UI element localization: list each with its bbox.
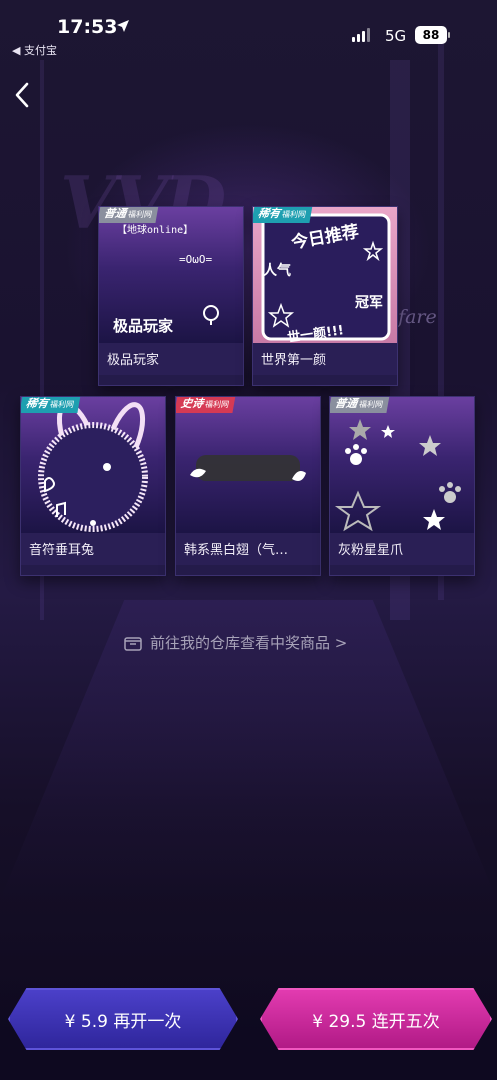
signal-icon	[352, 28, 370, 42]
rarity-badge: 史诗福利网	[176, 397, 236, 413]
prize-card[interactable]: 史诗福利网 韩系黑白翅（气…	[175, 396, 321, 576]
warehouse-link-text: 前往我的仓库查看中奖商品 >	[150, 634, 348, 652]
prize-name: 音符垂耳兔	[29, 543, 95, 558]
art-text: 冠军	[355, 295, 383, 311]
prize-image: 【地球online】 =OωO= 极品玩家	[99, 207, 243, 343]
prize-name: 极品玩家	[107, 353, 160, 368]
back-to-app-link[interactable]: ◀ 支付宝	[12, 42, 57, 58]
card-base	[330, 565, 474, 575]
rarity-badge: 稀有福利网	[21, 397, 81, 413]
network-type: 5G	[385, 27, 407, 45]
prize-image: 今日推荐 人气 冠军 世一颜!!!	[253, 207, 397, 343]
status-time: 17:53	[57, 16, 118, 38]
rarity-badge: 普通福利网	[330, 397, 390, 413]
rarity-badge: 普通福利网	[99, 207, 159, 223]
back-arrow-icon[interactable]	[10, 80, 34, 110]
warehouse-link[interactable]: 前往我的仓库查看中奖商品 >	[124, 632, 347, 653]
location-arrow-icon	[117, 20, 129, 32]
battery-icon: 88	[415, 26, 447, 44]
prize-image	[330, 397, 474, 533]
rarity-badge: 稀有福利网	[253, 207, 313, 223]
card-base	[99, 375, 243, 385]
prize-card[interactable]: 今日推荐 人气 冠军 世一颜!!! 稀有福利网 世界第一颜	[252, 206, 398, 386]
open-five-button[interactable]: ¥ 29.5 连开五次	[260, 988, 492, 1050]
art-text: 极品玩家	[113, 317, 173, 335]
neon-script-text: lfare	[392, 306, 437, 328]
prize-card[interactable]: 稀有福利网 音符垂耳兔	[20, 396, 166, 576]
open-again-button[interactable]: ¥ 5.9 再开一次	[8, 988, 238, 1050]
prize-card[interactable]: 普通福利网 灰粉星星爪	[329, 396, 475, 576]
prize-image	[176, 397, 320, 533]
prize-name: 世界第一颜	[261, 353, 327, 368]
battery-tip	[448, 32, 450, 38]
box-icon	[124, 636, 142, 651]
prize-name: 韩系黑白翅（气…	[184, 543, 289, 558]
art-text: 【地球online】	[117, 223, 193, 236]
card-base	[253, 375, 397, 385]
card-base	[21, 565, 165, 575]
card-base	[176, 565, 320, 575]
status-bar: 17:53 ◀ 支付宝 5G 88	[0, 0, 497, 60]
art-text: 人气	[263, 262, 291, 279]
art-text: =OωO=	[179, 253, 212, 266]
prize-image	[21, 397, 165, 533]
prize-card[interactable]: 【地球online】 =OωO= 极品玩家 普通福利网 极品玩家	[98, 206, 244, 386]
prize-name: 灰粉星星爪	[338, 543, 404, 558]
